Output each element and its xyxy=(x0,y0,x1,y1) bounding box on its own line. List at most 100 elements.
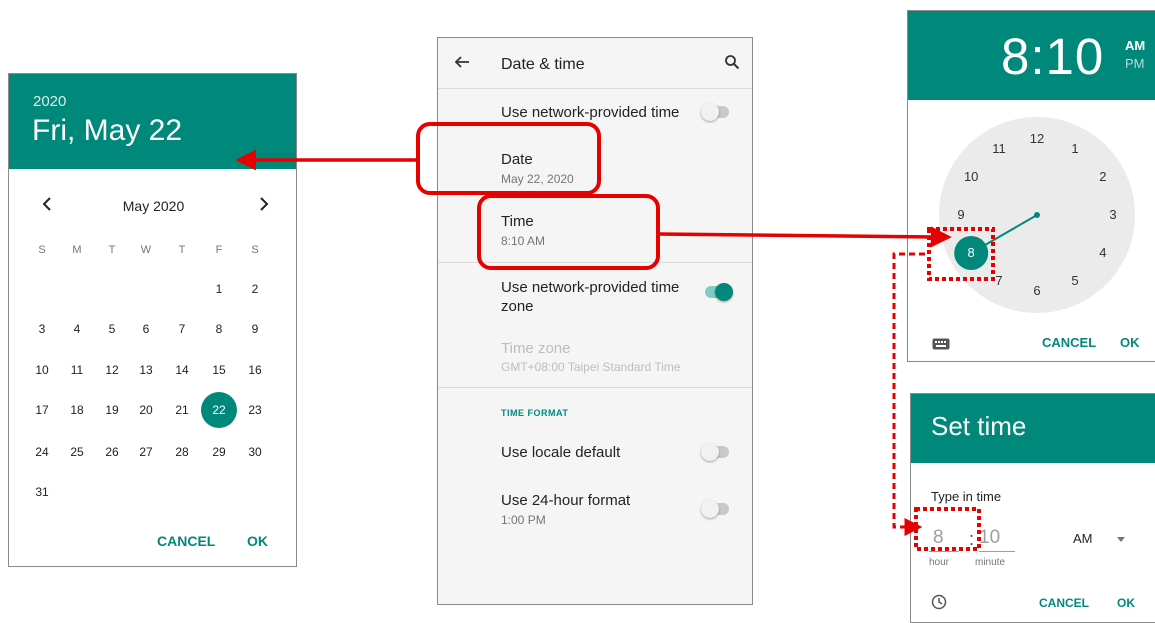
calendar-day[interactable]: 29 xyxy=(201,434,237,470)
time-ok-button[interactable]: OK xyxy=(1120,335,1140,350)
time-display[interactable]: 8:10 xyxy=(1001,27,1104,86)
calendar-day[interactable]: 9 xyxy=(237,311,273,347)
date-picker-selected-date[interactable]: Fri, May 22 xyxy=(32,114,182,148)
date-picker-header: 2020 Fri, May 22 xyxy=(9,74,296,169)
setting-title: Date xyxy=(501,151,533,168)
setting-24-hour-format[interactable]: Use 24-hour format 1:00 PM xyxy=(438,486,752,530)
calendar-day[interactable]: 4 xyxy=(59,311,95,347)
calendar-day-selected[interactable]: 22 xyxy=(201,392,237,428)
hour-label: hour xyxy=(929,557,950,568)
weekday-label: T xyxy=(178,244,186,256)
calendar-day[interactable]: 6 xyxy=(128,311,164,347)
setting-locale-default[interactable]: Use locale default xyxy=(438,438,752,468)
clock-number-3[interactable]: 3 xyxy=(1102,204,1124,226)
set-time-title: Set time xyxy=(931,411,1027,441)
weekday-label: T xyxy=(108,244,116,256)
date-picker-year[interactable]: 2020 xyxy=(33,93,66,110)
calendar-day[interactable]: 26 xyxy=(94,434,130,470)
calendar-day[interactable]: 19 xyxy=(94,392,130,428)
calendar-day[interactable]: 2 xyxy=(237,271,273,307)
clock-number-7[interactable]: 7 xyxy=(988,270,1010,292)
calendar-day[interactable]: 5 xyxy=(94,311,130,347)
network-time-toggle[interactable] xyxy=(701,103,731,121)
setting-title: Use network-provided time xyxy=(501,104,680,121)
time-separator: : xyxy=(969,529,975,549)
settime-cancel-button[interactable]: CANCEL xyxy=(1039,596,1089,610)
clock-number-10[interactable]: 10 xyxy=(960,166,982,188)
clock-number-4[interactable]: 4 xyxy=(1092,242,1114,264)
toolbar-divider xyxy=(438,88,752,89)
page-title: Date & time xyxy=(501,56,585,73)
calendar-day[interactable]: 27 xyxy=(128,434,164,470)
search-icon[interactable] xyxy=(724,54,740,75)
clock-number-5[interactable]: 5 xyxy=(1064,270,1086,292)
calendar-day[interactable]: 31 xyxy=(24,474,60,510)
caret-down-icon xyxy=(1117,537,1125,542)
clock-number-2[interactable]: 2 xyxy=(1092,166,1114,188)
calendar-day[interactable]: 23 xyxy=(237,392,273,428)
setting-subtitle: 8:10 AM xyxy=(501,234,546,248)
network-time-zone-toggle[interactable] xyxy=(703,283,733,301)
calendar-day[interactable]: 13 xyxy=(128,352,164,388)
locale-default-toggle[interactable] xyxy=(701,443,731,461)
calendar-day[interactable]: 1 xyxy=(201,271,237,307)
settime-ok-button[interactable]: OK xyxy=(1117,596,1135,610)
calendar-day[interactable]: 11 xyxy=(59,352,95,388)
date-ok-button[interactable]: OK xyxy=(247,533,268,549)
calendar-day[interactable]: 20 xyxy=(128,392,164,428)
calendar-day[interactable]: 16 xyxy=(237,352,273,388)
clock-number-9[interactable]: 9 xyxy=(950,204,972,226)
setting-date[interactable]: Date May 22, 2020 xyxy=(438,144,752,194)
set-time-header: Set time xyxy=(911,394,1155,463)
calendar-day[interactable]: 12 xyxy=(94,352,130,388)
keyboard-icon[interactable] xyxy=(932,337,950,355)
calendar-day[interactable]: 21 xyxy=(164,392,200,428)
calendar-day[interactable]: 25 xyxy=(59,434,95,470)
setting-subtitle: GMT+08:00 Taipei Standard Time xyxy=(501,360,681,374)
am-toggle[interactable]: AM xyxy=(1125,38,1145,53)
clock-number-1[interactable]: 1 xyxy=(1064,138,1086,160)
setting-title: Time xyxy=(501,213,534,230)
arrow-left-icon[interactable] xyxy=(454,54,470,75)
clock-icon[interactable] xyxy=(931,594,947,615)
calendar-day[interactable]: 3 xyxy=(24,311,60,347)
setting-network-time-zone[interactable]: Use network-provided time zone xyxy=(438,270,752,326)
calendar-day[interactable]: 17 xyxy=(24,392,60,428)
clock-number-6[interactable]: 6 xyxy=(1026,280,1048,302)
ampm-dropdown[interactable]: AM xyxy=(1069,528,1139,550)
date-time-settings-screen: Date & time Use network-provided time Da… xyxy=(437,37,753,605)
calendar-day[interactable]: 8 xyxy=(201,311,237,347)
hour-input[interactable]: 8 xyxy=(929,527,959,552)
time-cancel-button[interactable]: CANCEL xyxy=(1042,335,1096,350)
setting-title: Use locale default xyxy=(501,444,621,461)
setting-time[interactable]: Time 8:10 AM xyxy=(438,205,752,255)
time-picker-header: 8:10 AM PM xyxy=(908,11,1155,100)
calendar-day[interactable]: 14 xyxy=(164,352,200,388)
weekday-label: S xyxy=(38,244,46,256)
pm-toggle[interactable]: PM xyxy=(1125,56,1145,71)
calendar-day[interactable]: 24 xyxy=(24,434,60,470)
minute-input[interactable]: 10 xyxy=(979,527,1015,552)
month-label: May 2020 xyxy=(122,198,185,214)
calendar-day[interactable]: 28 xyxy=(164,434,200,470)
weekday-label: S xyxy=(251,244,259,256)
calendar-day[interactable]: 15 xyxy=(201,352,237,388)
setting-subtitle: 1:00 PM xyxy=(501,513,546,527)
section-divider xyxy=(438,262,752,263)
clock-number-11[interactable]: 11 xyxy=(988,138,1010,160)
setting-network-time[interactable]: Use network-provided time xyxy=(438,94,752,130)
chevron-right-icon[interactable] xyxy=(257,196,271,217)
calendar-day[interactable]: 10 xyxy=(24,352,60,388)
setting-subtitle: May 22, 2020 xyxy=(501,172,574,186)
setting-title: Time zone xyxy=(501,340,571,357)
date-cancel-button[interactable]: CANCEL xyxy=(157,533,215,549)
24-hour-format-toggle[interactable] xyxy=(701,500,731,518)
calendar-day[interactable]: 18 xyxy=(59,392,95,428)
calendar-day[interactable]: 30 xyxy=(237,434,273,470)
calendar-day[interactable]: 7 xyxy=(164,311,200,347)
time-picker-dialog: 8:10 AM PM 12 1 2 3 4 5 6 7 8 9 10 11 CANCEL OK xyxy=(907,10,1155,362)
clock-number-12[interactable]: 12 xyxy=(1026,128,1048,150)
clock-dial[interactable]: 12 1 2 3 4 5 6 7 8 9 10 11 xyxy=(939,117,1135,313)
clock-number-8[interactable]: 8 xyxy=(960,242,982,264)
weekday-label: F xyxy=(215,244,223,256)
